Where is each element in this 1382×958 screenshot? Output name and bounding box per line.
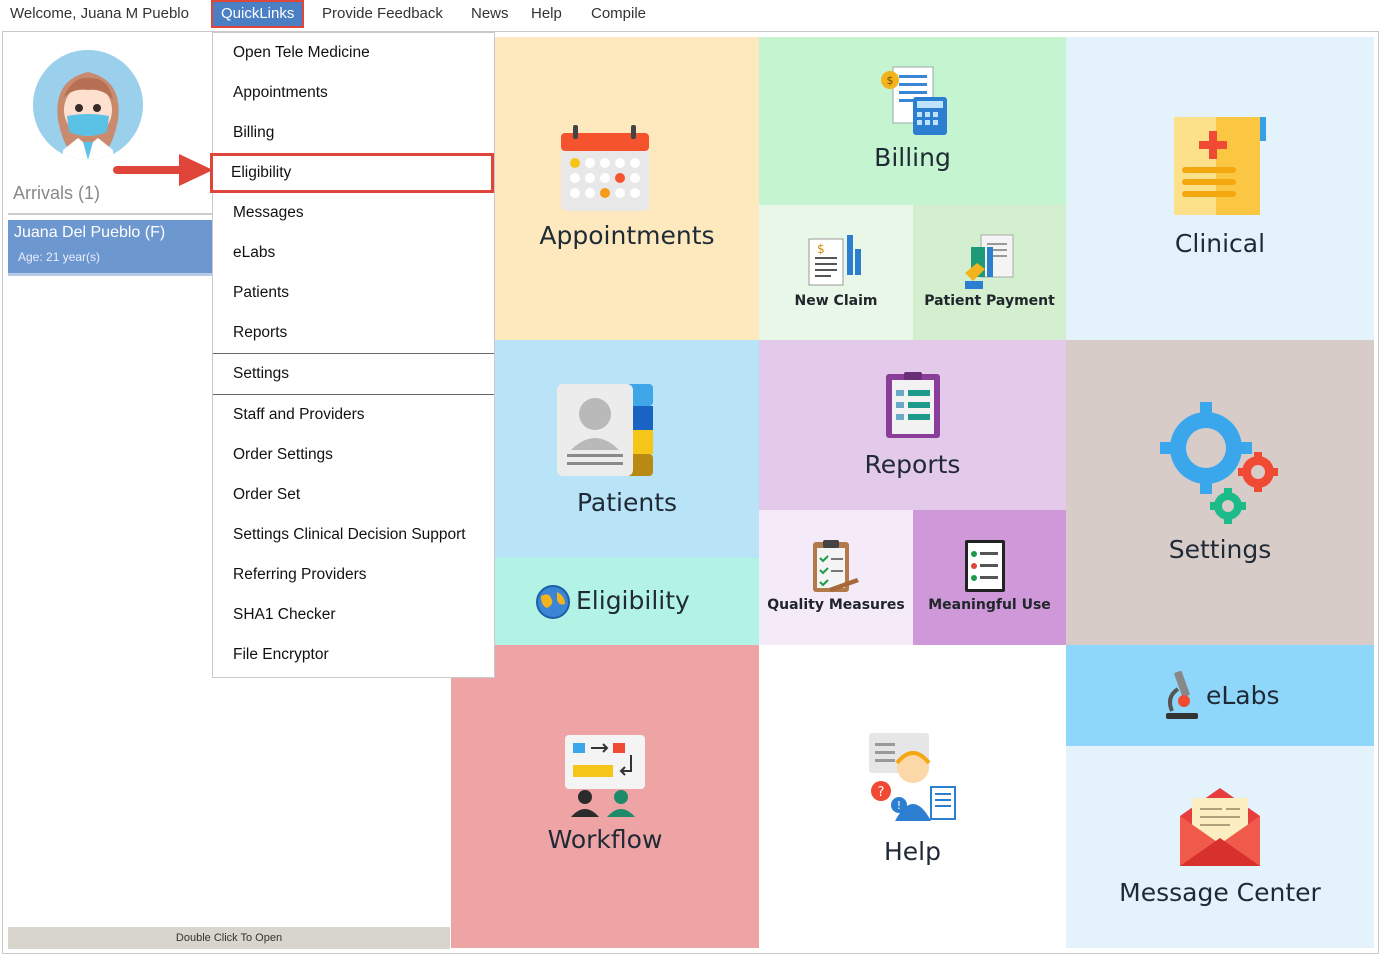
tile-patients-label: Patients (576, 488, 678, 517)
microscope-icon (1166, 670, 1198, 719)
reports-icon (886, 372, 940, 438)
doctor-avatar-icon (33, 50, 143, 160)
tile-appointments-label: Appointments (539, 221, 715, 250)
tile-new-claim[interactable]: $ New Claim (759, 205, 913, 340)
tile-patient-payment-label: Patient Payment (924, 293, 1055, 309)
tile-meaningful-use[interactable]: Meaningful Use (913, 510, 1066, 645)
tile-help[interactable]: ? ! Help (759, 645, 1066, 948)
tile-workflow[interactable]: Workflow (451, 645, 759, 948)
dropdown-item-order-set[interactable]: Order Set (213, 475, 494, 515)
dropdown-item-referring-providers[interactable]: Referring Providers (213, 555, 494, 595)
dropdown-item-appointments[interactable]: Appointments (213, 73, 494, 113)
tile-patient-payment[interactable]: Patient Payment (913, 205, 1066, 340)
tile-workflow-label: Workflow (547, 825, 663, 854)
new-claim-icon: $ (808, 235, 861, 286)
svg-text:$: $ (887, 74, 894, 87)
meaningful-use-icon (965, 540, 1005, 592)
tile-settings-label: Settings (1168, 535, 1272, 564)
tile-quality-measures-label: Quality Measures (767, 597, 905, 613)
envelope-icon (1180, 788, 1260, 866)
dropdown-item-billing[interactable]: Billing (213, 113, 494, 153)
help-desk-icon: ? ! (869, 733, 956, 821)
tile-eligibility[interactable]: Eligibility (495, 558, 759, 645)
tile-eligibility-label: Eligibility (576, 586, 690, 615)
tile-settings[interactable]: Settings (1066, 340, 1374, 645)
dropdown-item-patients[interactable]: Patients (213, 273, 494, 313)
dropdown-item-reports[interactable]: Reports (213, 313, 494, 353)
menu-quicklinks[interactable]: QuickLinks (211, 0, 305, 28)
dropdown-item-sha1-checker[interactable]: SHA1 Checker (213, 595, 494, 635)
dropdown-item-settings-cds[interactable]: Settings Clinical Decision Support (213, 515, 494, 555)
tile-help-label: Help (884, 837, 941, 866)
tile-reports[interactable]: Reports (759, 340, 1066, 510)
tile-billing[interactable]: $ Billing (759, 37, 1066, 205)
dropdown-item-open-tele-medicine[interactable]: Open Tele Medicine (213, 33, 494, 73)
menu-compile[interactable]: Compile (591, 0, 646, 30)
menu-help[interactable]: Help (531, 0, 562, 30)
tile-elabs[interactable]: eLabs (1066, 645, 1374, 746)
dropdown-item-elabs[interactable]: eLabs (213, 233, 494, 273)
tile-reports-label: Reports (864, 450, 961, 479)
dropdown-item-order-settings[interactable]: Order Settings (213, 435, 494, 475)
patient-payment-icon (965, 234, 1014, 289)
tile-message-center-label: Message Center (1119, 878, 1321, 907)
quicklinks-dropdown: Open Tele Medicine Appointments Billing … (210, 32, 495, 678)
tile-billing-label: Billing (874, 143, 951, 172)
patient-card-shadow (8, 273, 214, 276)
patients-icon (557, 384, 653, 476)
dropdown-item-settings[interactable]: Settings (213, 354, 494, 394)
tile-quality-measures[interactable]: Quality Measures (759, 510, 913, 645)
menu-provide-feedback[interactable]: Provide Feedback (322, 0, 443, 30)
arrivals-heading: Arrivals (1) (13, 183, 101, 203)
tile-message-center[interactable]: Message Center (1066, 746, 1374, 948)
patient-age: Age: 21 year(s) (18, 250, 101, 264)
tile-clinical-label: Clinical (1174, 229, 1266, 258)
dropdown-item-file-encryptor[interactable]: File Encryptor (213, 635, 494, 675)
tile-patients[interactable]: Patients (495, 340, 759, 558)
svg-text:?: ? (878, 785, 885, 800)
arrival-patient-card[interactable]: Juana Del Pueblo (F) Age: 21 year(s) (8, 220, 214, 273)
workflow-icon (565, 735, 645, 817)
tile-clinical[interactable]: Clinical (1066, 37, 1374, 340)
welcome-text: Welcome, Juana M Pueblo (10, 5, 189, 22)
tile-elabs-label: eLabs (1206, 681, 1280, 710)
tile-new-claim-label: New Claim (794, 293, 878, 309)
dropdown-item-messages[interactable]: Messages (213, 193, 494, 233)
gears-icon (1160, 402, 1278, 524)
svg-text:$: $ (817, 242, 825, 256)
patient-name: Juana Del Pueblo (F) (14, 224, 166, 241)
menu-bar: Welcome, Juana M Pueblo QuickLinks Provi… (0, 0, 1382, 30)
arrivals-divider (8, 213, 214, 215)
avatar (33, 50, 143, 160)
tile-appointments[interactable]: Appointments (495, 37, 759, 340)
clinical-icon (1174, 117, 1266, 215)
red-arrow-icon (113, 154, 213, 186)
dropdown-item-eligibility[interactable]: Eligibility (210, 153, 494, 193)
quality-measures-icon (813, 540, 859, 592)
billing-icon: $ (881, 66, 947, 135)
calendar-icon (561, 125, 649, 211)
tile-meaningful-use-label: Meaningful Use (928, 597, 1051, 613)
menu-news[interactable]: News (471, 0, 509, 30)
globe-icon (536, 585, 570, 619)
double-click-hint: Double Click To Open (8, 927, 450, 949)
dropdown-item-staff-and-providers[interactable]: Staff and Providers (213, 395, 494, 435)
svg-text:!: ! (897, 799, 901, 812)
